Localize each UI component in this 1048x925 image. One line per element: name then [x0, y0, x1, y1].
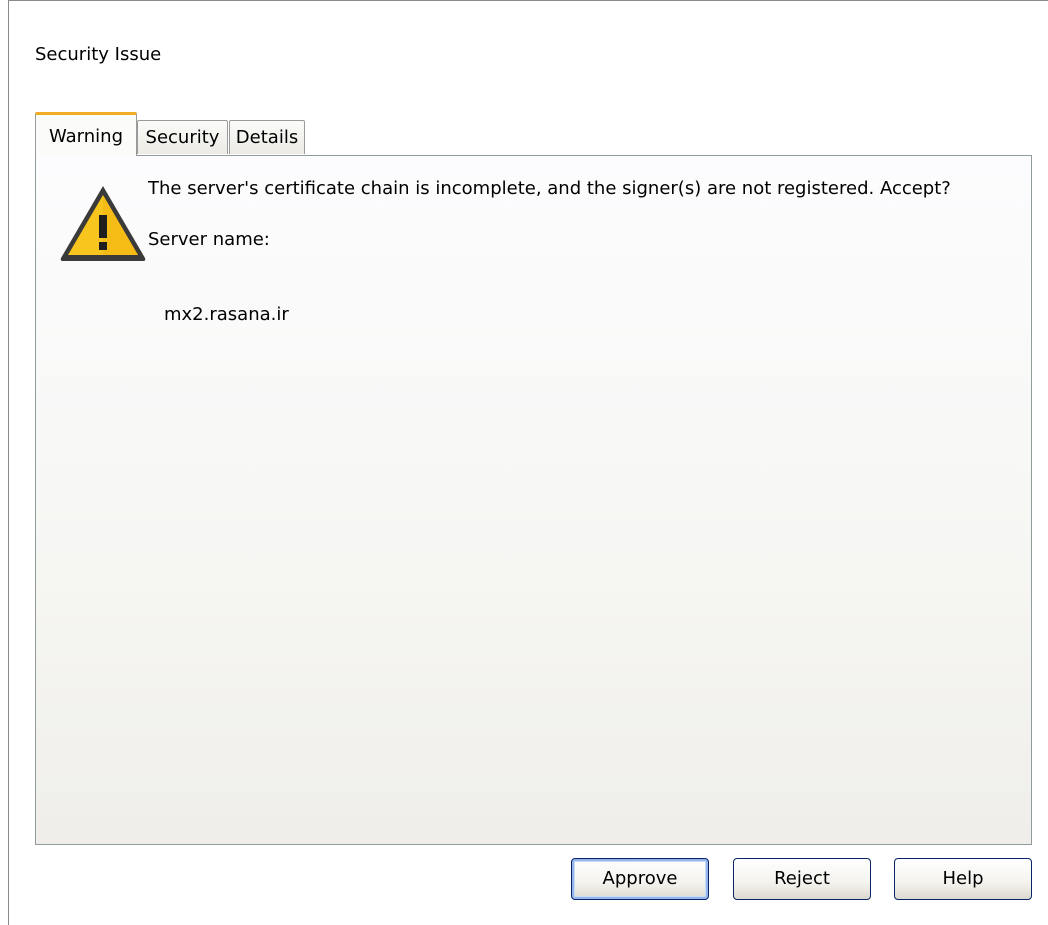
tab-warning[interactable]: Warning	[35, 112, 137, 156]
tab-details[interactable]: Details	[229, 120, 305, 154]
reject-button[interactable]: Reject	[733, 858, 871, 900]
dialog-title: Security Issue	[35, 44, 162, 65]
window-left-border	[8, 0, 9, 925]
warning-message: The server's certificate chain is incomp…	[148, 178, 951, 199]
server-name-label: Server name:	[148, 229, 270, 250]
warning-triangle-icon	[60, 186, 146, 261]
approve-button[interactable]: Approve	[571, 858, 709, 900]
tab-security[interactable]: Security	[137, 120, 228, 154]
security-issue-dialog: Security Issue Warning Security Details …	[0, 0, 1048, 925]
warning-tab-panel: The server's certificate chain is incomp…	[35, 155, 1032, 845]
window-top-border	[8, 0, 1048, 1]
server-name-value: mx2.rasana.ir	[164, 304, 289, 325]
help-button[interactable]: Help	[894, 858, 1032, 900]
